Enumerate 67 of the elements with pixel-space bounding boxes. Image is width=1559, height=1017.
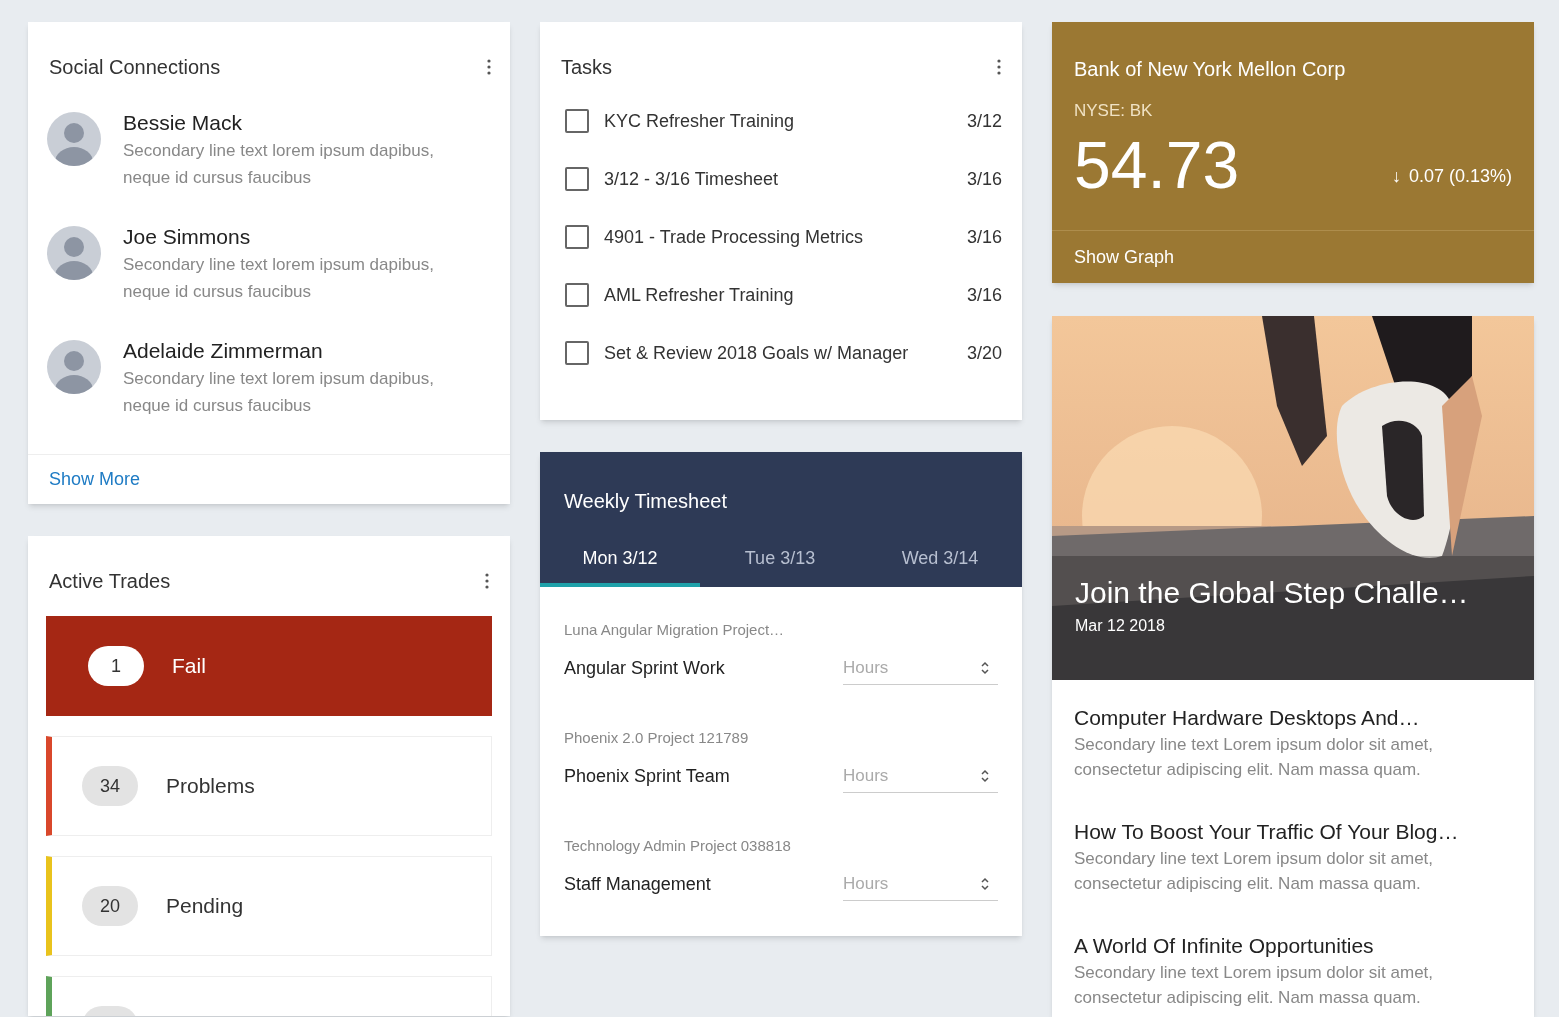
task-label: 4901 - Trade Processing Metrics bbox=[604, 225, 865, 249]
count-badge: 34 bbox=[82, 766, 138, 806]
day-tab[interactable]: Wed 3/14 bbox=[860, 537, 1020, 587]
article-title[interactable]: Computer Hardware Desktops And… bbox=[1074, 704, 1512, 732]
stepper-icon[interactable] bbox=[980, 876, 990, 892]
person-name: Adelaide Zimmerman bbox=[123, 338, 324, 364]
project-name: Technology Admin Project 038818 bbox=[564, 836, 792, 856]
article-description: Secondary line text Lorem ipsum dolor sit amet, consectetur adipiscing elit. Nam massa quam. bbox=[1074, 962, 1435, 1009]
task-label: AML Refresher Training bbox=[604, 283, 795, 307]
trade-status-row[interactable]: 34 Problems bbox=[46, 736, 492, 836]
project-name: Phoenix 2.0 Project 121789 bbox=[564, 728, 750, 748]
person-description: Secondary line text lorem ipsum dapibus, neque id cursus faucibus bbox=[123, 368, 435, 417]
due-date: 3/20 bbox=[966, 341, 1002, 365]
project-name: Luna Angular Migration Project… bbox=[564, 620, 786, 640]
due-date: 3/16 bbox=[966, 283, 1002, 307]
avatar bbox=[47, 112, 101, 166]
avatar bbox=[47, 340, 101, 394]
hours-field[interactable]: Hours bbox=[843, 759, 998, 793]
article-title[interactable]: A World Of Infinite Opportunities bbox=[1074, 932, 1512, 960]
avatar bbox=[47, 226, 101, 280]
checkbox[interactable] bbox=[565, 341, 589, 365]
article-description: Secondary line text Lorem ipsum dolor sit amet, consectetur adipiscing elit. Nam massa quam. bbox=[1074, 734, 1435, 781]
stepper-icon[interactable] bbox=[980, 768, 990, 784]
company-name: Bank of New York Mellon Corp bbox=[1074, 57, 1347, 82]
trade-status-row[interactable]: 1 Fail bbox=[46, 616, 492, 716]
task-name: Phoenix Sprint Team bbox=[564, 764, 730, 788]
task-name: Staff Management bbox=[564, 872, 711, 896]
checkbox[interactable] bbox=[565, 283, 589, 307]
card-title: Weekly Timesheet bbox=[563, 489, 729, 514]
day-tab[interactable]: Tue 3/13 bbox=[700, 537, 860, 587]
article-title[interactable]: How To Boost Your Traffic Of Your Blog… bbox=[1074, 818, 1512, 846]
person-name: Bessie Mack bbox=[123, 110, 244, 136]
show-graph-link[interactable]: Show Graph bbox=[1074, 243, 1175, 271]
person-name: Joe Simmons bbox=[123, 224, 252, 250]
hours-field[interactable]: Hours bbox=[843, 651, 998, 685]
count-badge: 1 bbox=[88, 646, 144, 686]
stock-price: 54.73 bbox=[1074, 129, 1240, 200]
ticker-label: NYSE: BK bbox=[1074, 100, 1154, 122]
task-name: Angular Sprint Work bbox=[564, 656, 725, 680]
day-tab[interactable]: Mon 3/12 bbox=[540, 537, 700, 587]
trade-status-row[interactable]: 20 Pending bbox=[46, 856, 492, 956]
due-date: 3/16 bbox=[966, 167, 1002, 191]
task-label: 3/12 - 3/16 Timesheet bbox=[604, 167, 780, 191]
status-label: Pending bbox=[166, 893, 244, 920]
due-date: 3/16 bbox=[966, 225, 1002, 249]
status-label: Fail bbox=[172, 653, 206, 680]
article-description: Secondary line text Lorem ipsum dolor sit amet, consectetur adipiscing elit. Nam massa quam. bbox=[1074, 848, 1435, 895]
card-title: Active Trades bbox=[49, 569, 171, 594]
card-title: Social Connections bbox=[49, 55, 221, 80]
count-badge: 20 bbox=[82, 886, 138, 926]
hours-field[interactable]: Hours bbox=[843, 867, 998, 901]
task-label: Set & Review 2018 Goals w/ Manager bbox=[604, 341, 910, 365]
show-more-link[interactable]: Show More bbox=[49, 466, 141, 493]
task-label: KYC Refresher Training bbox=[604, 109, 796, 133]
checkbox[interactable] bbox=[565, 109, 589, 133]
feature-date: Mar 12 2018 bbox=[1075, 616, 1166, 636]
feature-title: Join the Global Step Challe… bbox=[1075, 575, 1469, 611]
person-description: Secondary line text lorem ipsum dapibus, neque id cursus faucibus bbox=[123, 254, 435, 303]
person-description: Secondary line text lorem ipsum dapibus, neque id cursus faucibus bbox=[123, 140, 435, 189]
due-date: 3/12 bbox=[966, 109, 1002, 133]
card-title: Tasks bbox=[561, 55, 613, 80]
stepper-icon[interactable] bbox=[980, 660, 990, 676]
price-change: 0.07 (0.13%) bbox=[1408, 164, 1512, 188]
status-label: Problems bbox=[166, 773, 255, 800]
checkbox[interactable] bbox=[565, 167, 589, 191]
checkbox[interactable] bbox=[565, 225, 589, 249]
change-arrow-icon: ↓ bbox=[1391, 162, 1401, 190]
